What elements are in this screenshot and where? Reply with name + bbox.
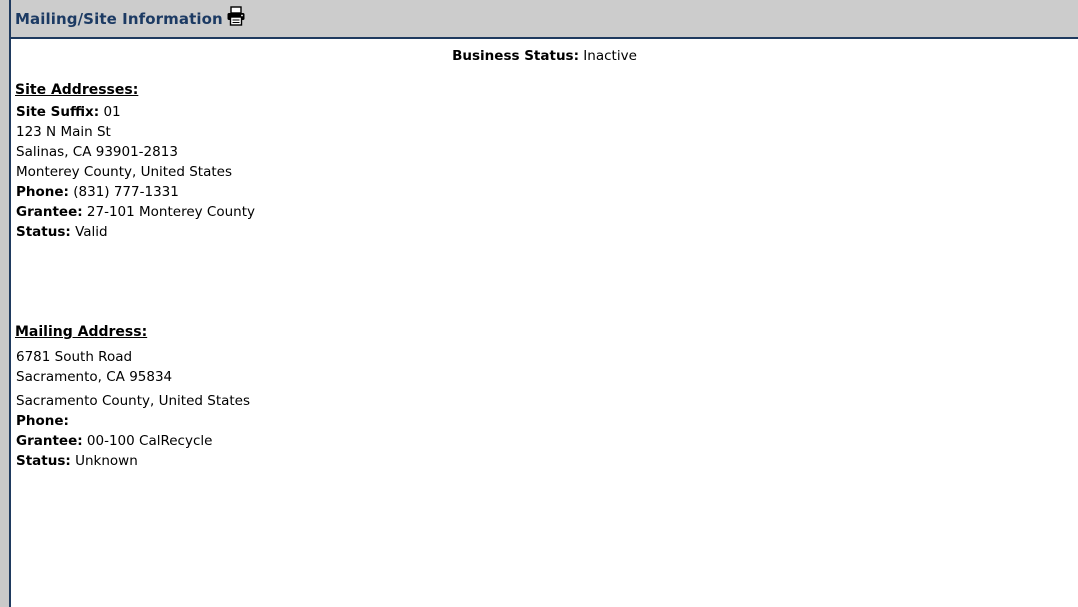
page: Mailing/Site Information Business Status…: [0, 0, 1078, 607]
site-suffix-row: Site Suffix: 01: [16, 102, 1078, 122]
panel-header: Mailing/Site Information: [11, 0, 1078, 39]
site-status-row: Status: Valid: [16, 222, 1078, 242]
mailing-grantee-label: Grantee:: [16, 433, 83, 449]
site-grantee-value: 27-101 Monterey County: [86, 204, 256, 220]
site-phone-label: Phone:: [16, 184, 69, 200]
site-phone-row: Phone: (831) 777-1331: [16, 182, 1078, 202]
site-suffix-label: Site Suffix:: [16, 104, 100, 120]
mailing-phone-row: Phone:: [16, 411, 1078, 431]
site-addresses-heading: Site Addresses:: [15, 82, 139, 98]
mailing-status-value: Unknown: [75, 453, 138, 469]
mailing-county-line: Sacramento County, United States: [16, 393, 251, 409]
site-grantee-row: Grantee: 27-101 Monterey County: [16, 202, 1078, 222]
site-status-label: Status:: [16, 224, 71, 240]
panel-title: Mailing/Site Information: [15, 9, 223, 28]
site-suffix-value: 01: [103, 104, 121, 120]
site-city-line: Salinas, CA 93901-2813: [16, 144, 178, 160]
mailing-site-panel: Mailing/Site Information Business Status…: [11, 0, 1078, 607]
mailing-status-row: Status: Unknown: [16, 451, 1078, 471]
mailing-address-heading: Mailing Address:: [15, 324, 148, 340]
mailing-street: 6781 South Road: [16, 349, 133, 365]
business-status-value: Inactive: [583, 48, 637, 64]
business-status: Business Status: Inactive: [11, 48, 1078, 68]
site-address-block: Site Suffix: 01 123 N Main St Salinas, C…: [11, 102, 1078, 242]
mailing-phone-label: Phone:: [16, 413, 69, 429]
mailing-status-label: Status:: [16, 453, 71, 469]
printer-icon[interactable]: [226, 5, 246, 26]
site-phone-value: (831) 777-1331: [73, 184, 179, 200]
site-grantee-label: Grantee:: [16, 204, 83, 220]
mailing-address-block: 6781 South Road Sacramento, CA 95834 Sac…: [11, 347, 1078, 471]
mailing-city-line: Sacramento, CA 95834: [16, 369, 173, 385]
mailing-grantee-value: 00-100 CalRecycle: [86, 433, 213, 449]
site-street: 123 N Main St: [16, 124, 111, 140]
site-status-value: Valid: [75, 224, 108, 240]
business-status-label: Business Status:: [452, 48, 579, 64]
site-county-line: Monterey County, United States: [16, 164, 232, 180]
left-rail: [0, 0, 9, 607]
mailing-grantee-row: Grantee: 00-100 CalRecycle: [16, 431, 1078, 451]
